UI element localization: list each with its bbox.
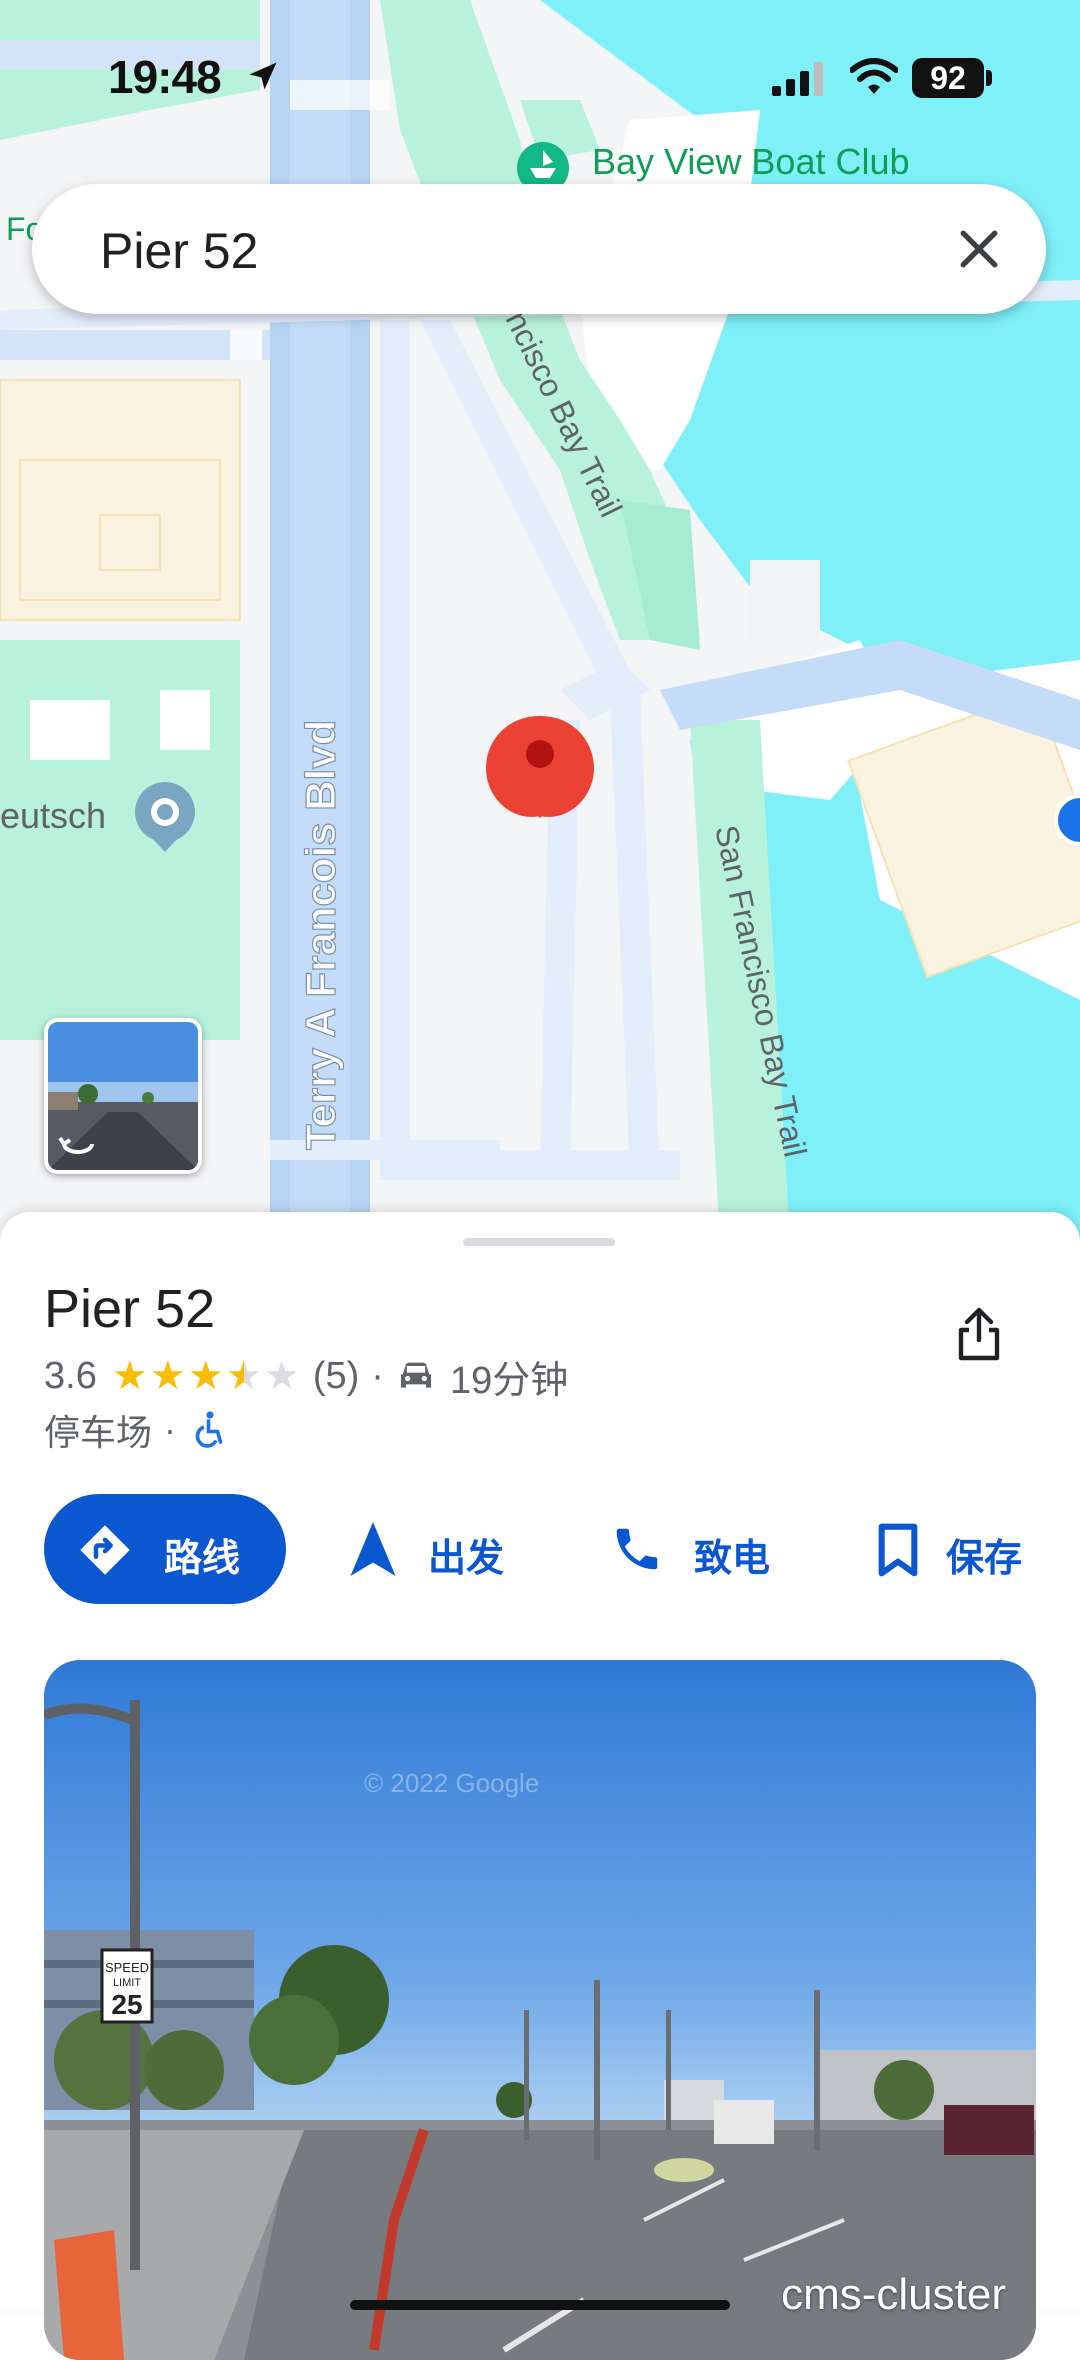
- navigation-arrow-icon: [350, 1522, 396, 1576]
- bookmark-icon: [878, 1523, 918, 1577]
- street-view-thumbnail[interactable]: [44, 1018, 202, 1174]
- drive-time: 19分钟: [449, 1359, 569, 1402]
- map-label-terry-blvd: Terry A Francois Blvd: [297, 720, 344, 1150]
- street-view-icon: [58, 1136, 94, 1154]
- action-bar: 路线 出发 致电 保存: [44, 1494, 1044, 1604]
- star-icon: ★: [187, 1354, 224, 1398]
- location-pin-icon[interactable]: [486, 716, 594, 818]
- start-label: 出发: [428, 1538, 505, 1580]
- rating-row[interactable]: 3.6 ★ ★ ★ ★ ★ (5) · 19分钟: [44, 1350, 568, 1402]
- star-icon: ★: [149, 1354, 186, 1398]
- separator: ·: [164, 1409, 177, 1450]
- call-label: 致电: [694, 1538, 771, 1580]
- start-navigation-button[interactable]: 出发: [350, 1494, 530, 1604]
- wifi-icon: [850, 58, 898, 94]
- svg-text:LIMIT: LIMIT: [113, 1977, 141, 1989]
- battery-level: 92: [912, 58, 984, 98]
- map-label-deutsch[interactable]: eutsch: [0, 795, 106, 836]
- route-button[interactable]: 路线: [44, 1494, 286, 1604]
- phone-icon: [616, 1528, 658, 1570]
- place-category: 停车场: [44, 1412, 153, 1453]
- call-button[interactable]: 致电: [610, 1494, 790, 1604]
- separator: ·: [371, 1354, 384, 1397]
- svg-text:SPEED: SPEED: [105, 1960, 149, 1975]
- location-arrow-icon: [249, 62, 277, 90]
- battery-tip: [986, 70, 992, 86]
- photo-credit: © 2022 Google: [364, 1768, 540, 1798]
- place-title: Pier 52: [44, 1279, 216, 1339]
- wheelchair-icon[interactable]: [192, 1410, 228, 1450]
- place-sheet[interactable]: Pier 52 3.6 ★ ★ ★ ★ ★ (5) · 19分钟 停车场 · 路…: [0, 1212, 1080, 2360]
- svg-text:25: 25: [111, 1989, 142, 2020]
- rating-value: 3.6: [44, 1354, 97, 1397]
- route-label: 路线: [164, 1538, 241, 1580]
- car-icon: [400, 1362, 431, 1388]
- search-bar[interactable]: Pier 52: [32, 184, 1046, 314]
- star-icon: ★: [111, 1354, 148, 1398]
- street-view-photo[interactable]: SPEED LIMIT 25 © 2022 Google cms-cluster: [44, 1660, 1036, 2360]
- rating-stars: ★ ★ ★ ★ ★: [111, 1353, 301, 1399]
- search-input[interactable]: Pier 52: [100, 222, 258, 280]
- share-icon[interactable]: [954, 1306, 1004, 1362]
- cellular-signal-icon: [772, 62, 823, 96]
- half-star-icon: ★: [225, 1354, 262, 1398]
- status-time: 19:48: [108, 51, 222, 103]
- category-row: 停车场 ·: [44, 1404, 228, 1456]
- review-count[interactable]: (5): [313, 1355, 359, 1398]
- photo-label: cms-cluster: [781, 2270, 1006, 2319]
- save-button[interactable]: 保存: [874, 1494, 1054, 1604]
- save-label: 保存: [946, 1538, 1023, 1580]
- directions-icon: [80, 1525, 130, 1575]
- close-icon[interactable]: [952, 222, 1006, 276]
- status-bar: 19:48 92: [0, 0, 1080, 150]
- empty-star-icon: ★: [263, 1354, 300, 1398]
- photo-image: SPEED LIMIT 25: [44, 1660, 1036, 2360]
- home-indicator[interactable]: [350, 2300, 730, 2310]
- sheet-drag-handle[interactable]: [463, 1238, 615, 1246]
